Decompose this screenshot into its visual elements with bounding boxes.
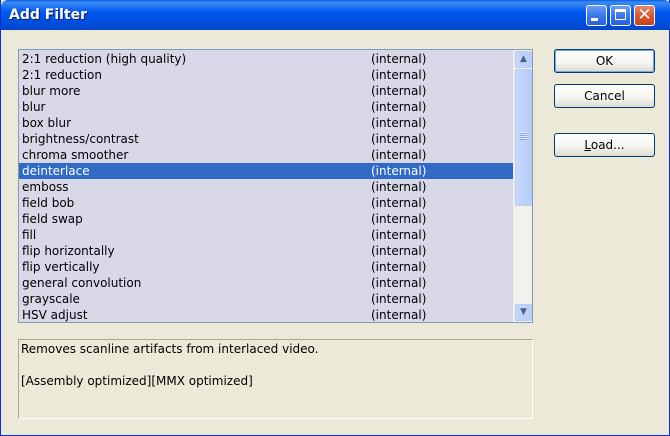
filter-row[interactable]: flip horizontally (internal) xyxy=(19,243,513,259)
filter-type: (internal) xyxy=(371,212,427,226)
filter-name: box blur xyxy=(22,116,71,130)
add-filter-dialog: Add Filter ✕ 2:1 reduction (high quality… xyxy=(0,0,670,436)
filter-name: deinterlace xyxy=(22,164,90,178)
filter-type: (internal) xyxy=(371,148,427,162)
filter-name: blur more xyxy=(22,84,81,98)
grip-icon xyxy=(520,132,527,140)
scrollbar-thumb[interactable] xyxy=(515,69,532,206)
filter-name: general convolution xyxy=(22,276,142,290)
filter-type: (internal) xyxy=(371,308,427,322)
filter-type: (internal) xyxy=(371,52,427,66)
filter-type: (internal) xyxy=(371,260,427,274)
minimize-button[interactable] xyxy=(586,5,607,26)
filter-name: field bob xyxy=(22,196,75,210)
maximize-button[interactable] xyxy=(610,5,631,26)
ok-button[interactable]: OK xyxy=(554,49,655,73)
filter-name: field swap xyxy=(22,212,83,226)
filter-name: 2:1 reduction (high quality) xyxy=(22,52,187,66)
close-button[interactable]: ✕ xyxy=(634,5,655,26)
filter-row[interactable]: general convolution (internal) xyxy=(19,275,513,291)
filter-row[interactable]: field bob (internal) xyxy=(19,195,513,211)
filter-name: brightness/contrast xyxy=(22,132,139,146)
filter-name: fill xyxy=(22,228,37,242)
title-bar[interactable]: Add Filter ✕ xyxy=(1,0,670,30)
maximize-icon xyxy=(615,9,626,20)
filter-row[interactable]: field swap (internal) xyxy=(19,211,513,227)
filter-row[interactable]: 2:1 reduction (high quality) (internal) xyxy=(19,51,513,67)
filter-name: grayscale xyxy=(22,292,80,306)
filter-row[interactable]: brightness/contrast (internal) xyxy=(19,131,513,147)
filter-row[interactable]: box blur (internal) xyxy=(19,115,513,131)
filter-type: (internal) xyxy=(371,116,427,130)
filter-type: (internal) xyxy=(371,100,427,114)
filter-name: chroma smoother xyxy=(22,148,129,162)
filter-type: (internal) xyxy=(371,84,427,98)
filter-row[interactable]: 2:1 reduction (internal) xyxy=(19,67,513,83)
filter-row[interactable]: grayscale (internal) xyxy=(19,291,513,307)
filter-name: flip horizontally xyxy=(22,244,115,258)
load-button-suffix: oad... xyxy=(590,138,625,152)
filter-name: flip vertically xyxy=(22,260,100,274)
filter-type: (internal) xyxy=(371,68,427,82)
filter-list-rows: 2:1 reduction (high quality) (internal) 2:… xyxy=(19,51,513,322)
down-arrow-icon: ▼ xyxy=(520,307,527,317)
filter-row[interactable]: HSV adjust (internal) xyxy=(19,307,513,322)
filter-type: (internal) xyxy=(371,276,427,290)
filter-name: 2:1 reduction xyxy=(22,68,102,82)
vertical-scrollbar[interactable]: ▲ ▼ xyxy=(513,50,532,322)
filter-type: (internal) xyxy=(371,132,427,146)
up-arrow-icon: ▲ xyxy=(520,54,527,64)
filter-list[interactable]: 2:1 reduction (high quality) (internal) 2:… xyxy=(18,49,533,323)
filter-type: (internal) xyxy=(371,180,427,194)
filter-row[interactable]: blur (internal) xyxy=(19,99,513,115)
filter-name: blur xyxy=(22,100,46,114)
filter-type: (internal) xyxy=(371,196,427,210)
filter-row[interactable]: chroma smoother (internal) xyxy=(19,147,513,163)
scroll-up-button[interactable]: ▲ xyxy=(515,51,532,68)
filter-row[interactable]: flip vertically (internal) xyxy=(19,259,513,275)
close-icon: ✕ xyxy=(637,5,652,25)
filter-type: (internal) xyxy=(371,228,427,242)
filter-type: (internal) xyxy=(371,164,427,178)
filter-name: HSV adjust xyxy=(22,308,88,322)
description-flags: [Assembly optimized][MMX optimized] xyxy=(21,374,253,388)
filter-type: (internal) xyxy=(371,292,427,306)
minimize-icon xyxy=(591,18,598,21)
filter-description: Removes scanline artifacts from interlac… xyxy=(18,339,533,419)
load-button[interactable]: Load... xyxy=(554,133,655,157)
window-title: Add Filter xyxy=(9,7,88,23)
description-text: Removes scanline artifacts from interlac… xyxy=(21,342,319,356)
filter-row[interactable]: fill (internal) xyxy=(19,227,513,243)
filter-row[interactable]: blur more (internal) xyxy=(19,83,513,99)
filter-type: (internal) xyxy=(371,244,427,258)
filter-row[interactable]: emboss (internal) xyxy=(19,179,513,195)
scroll-down-button[interactable]: ▼ xyxy=(515,304,532,321)
cancel-button[interactable]: Cancel xyxy=(554,84,655,108)
filter-row[interactable]: deinterlace (internal) xyxy=(19,163,513,179)
filter-name: emboss xyxy=(22,180,69,194)
